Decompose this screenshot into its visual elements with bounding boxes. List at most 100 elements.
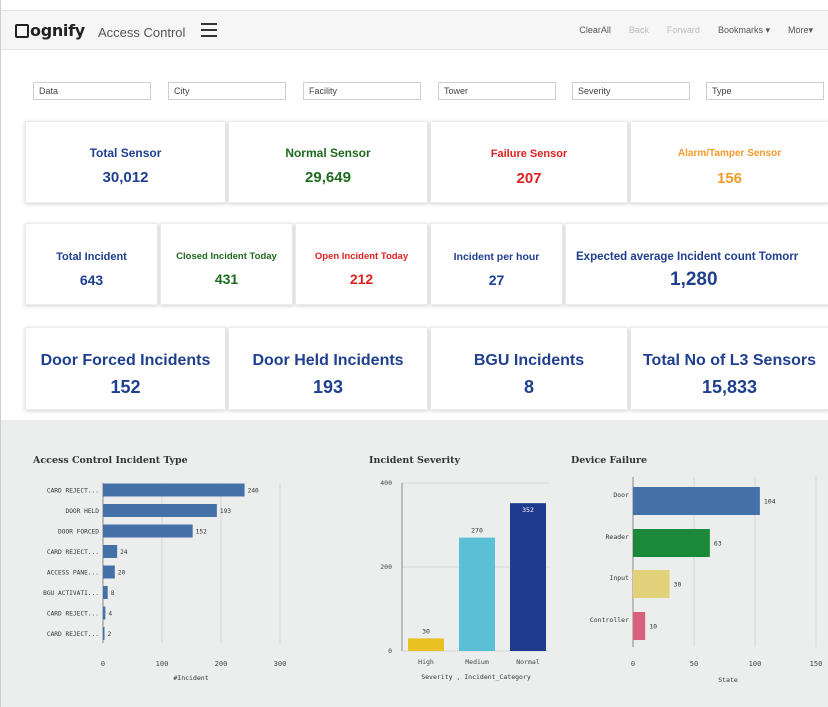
data-label: 152 [196, 529, 207, 536]
category-label: High [418, 658, 434, 666]
kpi-label: Total Sensor [89, 146, 162, 160]
kpi-value: 431 [214, 271, 239, 287]
charts-svg: 0 100 200 300CARD REJECT... 240DOOR HELD 193D… [43, 477, 822, 684]
x-tick-label: 100 [749, 660, 762, 668]
kpi-value: 193 [312, 377, 344, 397]
kpi-label: Door Forced Incidents [40, 352, 211, 369]
kpi-expected-incident-count: Expected average Incident count Tomorr 1… [565, 223, 828, 305]
filter-tower[interactable]: Tower [438, 82, 556, 100]
kpi-normal-sensor: Normal Sensor 29,649 [228, 121, 428, 203]
logo-mark-icon [15, 24, 29, 38]
filter-facility[interactable]: Facility [303, 82, 421, 100]
bar [633, 529, 710, 557]
x-tick-label: 50 [690, 660, 698, 668]
kpi-value: 207 [516, 170, 542, 187]
category-label: CARD REJECT... [47, 611, 99, 618]
data-label: 2 [108, 631, 112, 638]
forward-link[interactable]: Forward [667, 25, 700, 36]
kpi-value: 643 [79, 272, 104, 288]
category-label: Normal [516, 658, 540, 666]
kpi-label: BGU Incidents [473, 352, 585, 369]
filter-data[interactable]: Data [33, 82, 151, 100]
kpi-value: 1,280 [670, 269, 718, 290]
kpi-value: 30,012 [102, 169, 149, 186]
bar [103, 627, 105, 640]
category-label: CARD REJECT... [47, 488, 99, 495]
filter-city[interactable]: City [168, 82, 286, 100]
x-tick-label: 0 [101, 660, 105, 668]
kpi-value: 156 [716, 170, 743, 187]
data-label: 63 [714, 540, 722, 548]
category-label: Door [613, 491, 629, 499]
data-label: 4 [108, 611, 112, 618]
app-title: Access Control [98, 25, 186, 40]
data-label: 30 [674, 581, 682, 589]
y-tick-label: 400 [380, 479, 392, 487]
kpi-label: Incident per hour [453, 251, 540, 263]
category-label: Reader [606, 533, 630, 541]
kpi-total-sensor: Total Sensor 30,012 [25, 121, 226, 203]
bar [633, 487, 760, 515]
category-label: Controller [590, 616, 629, 624]
x-axis-title: #Incident [173, 674, 208, 682]
data-label: 104 [764, 498, 776, 506]
bar [459, 537, 495, 651]
clear-all-link[interactable]: ClearAll [579, 25, 611, 36]
category-label: CARD REJECT... [47, 631, 99, 638]
category-label: DOOR HELD [65, 508, 99, 515]
kpi-alarm-tamper-sensor: Alarm/Tamper Sensor 156 [630, 121, 828, 203]
bar [103, 545, 118, 558]
top-bar: ognify Access Control ClearAll Back Forw… [1, 10, 828, 50]
bar [103, 504, 217, 517]
category-label: CARD REJECT... [47, 549, 99, 556]
kpi-label: Failure Sensor [490, 148, 568, 160]
data-label: 30 [422, 627, 430, 635]
filter-severity[interactable]: Severity [572, 82, 690, 100]
back-link[interactable]: Back [629, 25, 649, 36]
logo-text: ognify [30, 21, 85, 40]
hamburger-menu-icon[interactable] [201, 23, 217, 37]
bookmarks-dropdown[interactable]: Bookmarks ▾ [718, 25, 770, 36]
kpi-label: Total No of L3 Sensors [642, 352, 817, 369]
kpi-value: 8 [523, 377, 534, 397]
kpi-label: Total Incident [56, 251, 127, 263]
x-tick-label: 300 [274, 660, 287, 668]
x-tick-label: 0 [631, 660, 635, 668]
x-axis-title: State [718, 676, 738, 684]
kpi-value: 212 [349, 271, 374, 287]
kpi-label: Open Incident Today [314, 251, 409, 262]
data-label: 352 [522, 506, 534, 514]
kpi-label: Closed Incident Today [176, 251, 277, 262]
bar [103, 606, 106, 620]
kpi-bgu-incidents: BGU Incidents 8 [430, 327, 628, 410]
data-label: 270 [471, 527, 483, 535]
data-label: 8 [111, 590, 115, 597]
x-tick-label: 200 [215, 660, 228, 668]
kpi-value: 152 [110, 377, 141, 397]
kpi-total-incident: Total Incident 643 [25, 223, 158, 305]
kpi-label: Door Held Incidents [252, 352, 404, 369]
kpi-door-forced-incidents: Door Forced Incidents 152 [25, 327, 226, 410]
x-axis-title: Severity , Incident_Category [421, 673, 531, 681]
qognify-logo[interactable]: ognify [15, 21, 85, 40]
kpi-value: 29,649 [305, 169, 351, 186]
data-label: 24 [120, 549, 128, 556]
bar [103, 524, 193, 538]
kpi-closed-incident-today: Closed Incident Today 431 [160, 223, 293, 305]
bar [103, 483, 245, 497]
more-dropdown[interactable]: More▾ [788, 25, 813, 36]
kpi-failure-sensor: Failure Sensor 207 [430, 121, 628, 203]
kpi-value: 27 [488, 272, 505, 288]
data-label: 20 [118, 570, 126, 577]
kpi-value: 15,833 [701, 377, 758, 397]
data-label: 193 [220, 508, 231, 515]
kpi-label: Normal Sensor [285, 146, 371, 160]
charts-panel: Access Control Incident Type Incident Se… [1, 420, 828, 707]
kpi-label: Alarm/Tamper Sensor [677, 148, 782, 159]
category-label: DOOR FORCED [58, 529, 99, 536]
bar [103, 586, 108, 599]
kpi-incident-per-hour: Incident per hour 27 [430, 223, 563, 305]
category-label: Input [609, 574, 629, 582]
filter-type[interactable]: Type [706, 82, 824, 100]
bar [510, 503, 546, 651]
